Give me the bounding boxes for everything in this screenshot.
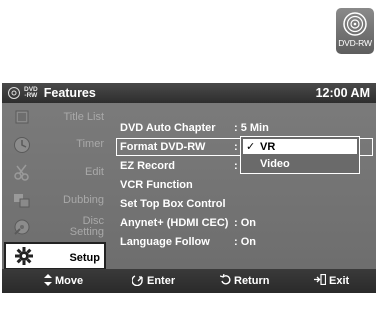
dropdown-option-label: VR [260,140,276,153]
dropdown-option-label: Video [260,157,290,170]
header-badge-bottom: -RW [24,92,38,99]
sidebar-item-title-list[interactable]: Title List [2,103,110,131]
hint-enter: Enter [131,269,176,293]
menu-item-value: : [234,141,238,153]
clock-icon [12,135,32,155]
header-disc-icon [8,87,20,99]
hint-enter-label: Enter [147,275,176,287]
sidebar-item-disc-setting[interactable]: Disc Setting [2,213,110,241]
menu-item-value: : On [234,236,256,248]
scissors-icon [12,162,32,182]
sidebar-item-label: Setup [69,251,100,264]
menu-item-label: EZ Record [120,160,176,172]
features-panel: DVD -RW Features 12:00 AM Title List Tim… [2,83,376,293]
sidebar-item-label: Edit [85,165,104,178]
clock: 12:00 AM [315,86,370,100]
sidebar-item-label-line2: Setting [69,226,104,239]
menu-item-label: Language Follow [120,236,210,248]
dubbing-icon [12,190,32,210]
hint-return-label: Return [234,275,270,287]
sidebar-item-label: Dubbing [63,193,104,206]
sidebar-item-dubbing[interactable]: Dubbing [2,186,110,214]
menu-item-label: Format DVD-RW [120,141,206,153]
dropdown-option-video[interactable]: Video [243,156,357,171]
dropdown-option-vr[interactable]: ✓ VR [243,139,357,154]
features-menu: DVD Auto Chapter : 5 Min Format DVD-RW :… [110,103,376,269]
panel-header: DVD -RW Features 12:00 AM [2,83,376,103]
hint-exit: Exit [314,269,349,293]
return-icon [219,273,231,288]
exit-icon [314,273,327,288]
disc-icon [343,12,367,36]
menu-item-value: : [234,160,238,172]
film-icon [12,107,32,127]
sidebar-item-setup[interactable]: Setup [4,241,106,270]
hint-move-label: Move [55,275,84,287]
sidebar-item-label: Disc Setting [70,213,104,241]
updown-arrow-icon [44,273,52,289]
sidebar-item-label: Title List [63,110,104,123]
enter-icon [131,274,144,289]
menu-item-label: VCR Function [120,179,193,191]
dvd-rw-badge: DVD-RW [336,8,374,54]
check-icon: ✓ [246,141,256,153]
sidebar-item-label: Timer [76,138,104,151]
menu-item-label: Anynet+ (HDMI CEC) [120,217,229,229]
disc-setting-icon [12,217,32,237]
sidebar-item-timer[interactable]: Timer [2,131,110,159]
sidebar: Title List Timer Edit Dubbing Disc Setti… [2,103,110,270]
menu-item-label: DVD Auto Chapter [120,122,216,134]
hint-exit-label: Exit [329,275,350,287]
hint-move: Move [44,269,83,293]
menu-item-value: : On [234,217,256,229]
menu-item-value: : 5 Min [234,122,269,134]
header-dvd-rw-icon: DVD -RW [24,86,38,100]
sidebar-item-edit[interactable]: Edit [2,158,110,186]
format-dropdown[interactable]: ✓ VR Video [240,136,360,174]
badge-label: DVD-RW [338,38,372,48]
menu-item-label: Set Top Box Control [120,198,226,210]
hint-return: Return [219,269,270,293]
page-title: Features [43,86,96,100]
gear-icon [14,246,34,266]
panel-footer: Move Enter Return Exit [2,269,376,293]
